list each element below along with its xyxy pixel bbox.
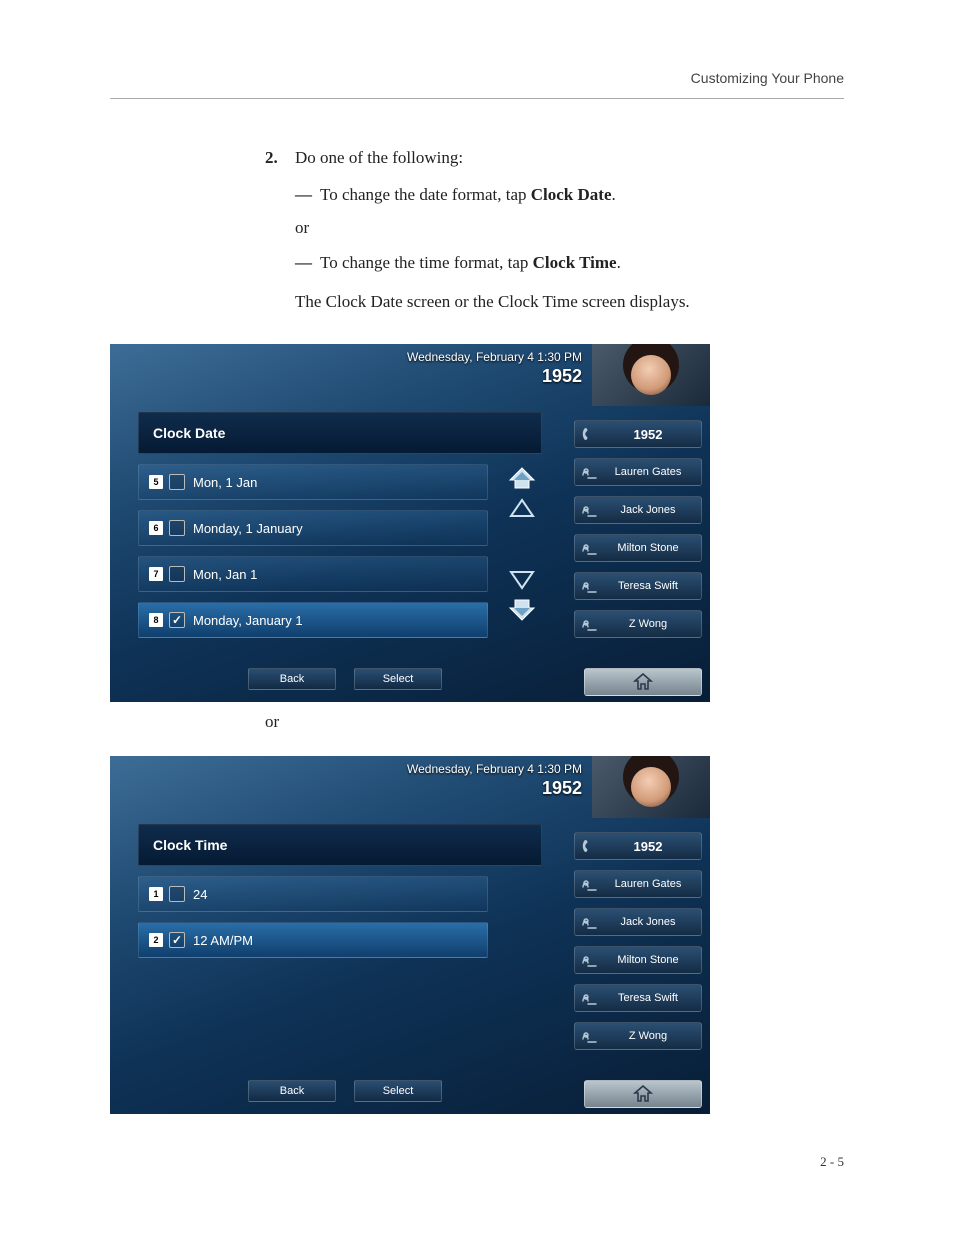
- back-button[interactable]: Back: [248, 668, 336, 690]
- presence-icon: [581, 952, 599, 968]
- presence-icon: [581, 578, 599, 594]
- screenshot-clock-time: Wednesday, February 4 1:30 PM 1952 Clock…: [110, 756, 710, 1114]
- presence-icon: [581, 1028, 599, 1044]
- checkbox-icon: [169, 520, 185, 536]
- or-between-screenshots: or: [110, 712, 844, 732]
- date-format-option[interactable]: 7 Mon, Jan 1: [138, 556, 488, 592]
- extension-label: 1952: [599, 839, 701, 854]
- item-number: 5: [149, 475, 163, 489]
- bullet-dash: —: [295, 249, 320, 278]
- page-number: 2 - 5: [110, 1154, 844, 1170]
- contact-button[interactable]: Lauren Gates: [574, 870, 702, 898]
- checkbox-icon: [169, 886, 185, 902]
- screen-title: Clock Time: [138, 824, 542, 866]
- or-text: or: [295, 214, 844, 243]
- presence-icon: [581, 540, 599, 556]
- screen-title: Clock Date: [138, 412, 542, 454]
- scroll-controls: [506, 466, 538, 622]
- item-number: 7: [149, 567, 163, 581]
- presence-icon: [581, 876, 599, 892]
- option-label: Mon, Jan 1: [193, 567, 257, 582]
- checkbox-icon: [169, 474, 185, 490]
- extension-button[interactable]: 1952: [574, 832, 702, 860]
- option-2: To change the time format, tap Clock Tim…: [320, 249, 621, 278]
- option-label: Monday, January 1: [193, 613, 303, 628]
- contact-button[interactable]: Z Wong: [574, 1022, 702, 1050]
- status-extension: 1952: [407, 366, 582, 387]
- bullet-dash: —: [295, 181, 320, 210]
- presence-icon: [581, 914, 599, 930]
- instruction-body: 2. Do one of the following: — To change …: [110, 144, 844, 316]
- contact-button[interactable]: Z Wong: [574, 610, 702, 638]
- date-format-option[interactable]: 2 12 AM/PM: [138, 922, 488, 958]
- item-number: 6: [149, 521, 163, 535]
- back-button[interactable]: Back: [248, 1080, 336, 1102]
- home-icon: [633, 1085, 653, 1103]
- contact-name: Teresa Swift: [599, 992, 701, 1004]
- contact-button[interactable]: Jack Jones: [574, 496, 702, 524]
- scroll-up-icon[interactable]: [508, 496, 536, 520]
- step-number: 2.: [265, 144, 295, 173]
- date-format-option[interactable]: 6 Monday, 1 January: [138, 510, 488, 546]
- extension-button[interactable]: 1952: [574, 420, 702, 448]
- presence-icon: [581, 502, 599, 518]
- home-button[interactable]: [584, 668, 702, 696]
- home-button[interactable]: [584, 1080, 702, 1108]
- contact-name: Lauren Gates: [599, 466, 701, 478]
- contact-name: Teresa Swift: [599, 580, 701, 592]
- status-date: Wednesday, February 4 1:30 PM: [407, 762, 582, 776]
- extension-label: 1952: [599, 427, 701, 442]
- presence-icon: [581, 990, 599, 1006]
- contact-name: Lauren Gates: [599, 878, 701, 890]
- date-format-option[interactable]: 8 Monday, January 1: [138, 602, 488, 638]
- status-bar: Wednesday, February 4 1:30 PM 1952: [407, 762, 582, 799]
- option-label: Mon, 1 Jan: [193, 475, 257, 490]
- option-label: 12 AM/PM: [193, 933, 253, 948]
- contact-button[interactable]: Milton Stone: [574, 534, 702, 562]
- checkbox-icon: [169, 566, 185, 582]
- date-format-option[interactable]: 1 24: [138, 876, 488, 912]
- scroll-top-icon[interactable]: [508, 466, 536, 490]
- video-preview: [592, 756, 710, 818]
- home-icon: [633, 673, 653, 691]
- contact-name: Z Wong: [599, 1030, 701, 1042]
- scroll-down-icon[interactable]: [508, 568, 536, 592]
- item-number: 1: [149, 887, 163, 901]
- select-button[interactable]: Select: [354, 668, 442, 690]
- option-1: To change the date format, tap Clock Dat…: [320, 181, 616, 210]
- status-extension: 1952: [407, 778, 582, 799]
- status-bar: Wednesday, February 4 1:30 PM 1952: [407, 350, 582, 387]
- item-number: 8: [149, 613, 163, 627]
- option-label: 24: [193, 887, 207, 902]
- status-date: Wednesday, February 4 1:30 PM: [407, 350, 582, 364]
- contact-button[interactable]: Teresa Swift: [574, 572, 702, 600]
- step-intro: Do one of the following:: [295, 144, 463, 173]
- screenshot-clock-date: Wednesday, February 4 1:30 PM 1952 Clock…: [110, 344, 710, 702]
- contact-name: Milton Stone: [599, 954, 701, 966]
- result-text: The Clock Date screen or the Clock Time …: [295, 288, 844, 317]
- contact-name: Z Wong: [599, 618, 701, 630]
- contact-button[interactable]: Milton Stone: [574, 946, 702, 974]
- item-number: 2: [149, 933, 163, 947]
- page-header: Customizing Your Phone: [110, 70, 844, 99]
- presence-icon: [581, 464, 599, 480]
- checkbox-icon: [169, 932, 185, 948]
- contact-button[interactable]: Jack Jones: [574, 908, 702, 936]
- handset-icon: [581, 838, 599, 854]
- select-button[interactable]: Select: [354, 1080, 442, 1102]
- scroll-bottom-icon[interactable]: [508, 598, 536, 622]
- date-format-option[interactable]: 5 Mon, 1 Jan: [138, 464, 488, 500]
- checkbox-icon: [169, 612, 185, 628]
- contact-name: Jack Jones: [599, 916, 701, 928]
- contact-name: Milton Stone: [599, 542, 701, 554]
- video-preview: [592, 344, 710, 406]
- handset-icon: [581, 426, 599, 442]
- option-label: Monday, 1 January: [193, 521, 303, 536]
- contact-name: Jack Jones: [599, 504, 701, 516]
- contact-button[interactable]: Lauren Gates: [574, 458, 702, 486]
- contact-button[interactable]: Teresa Swift: [574, 984, 702, 1012]
- presence-icon: [581, 616, 599, 632]
